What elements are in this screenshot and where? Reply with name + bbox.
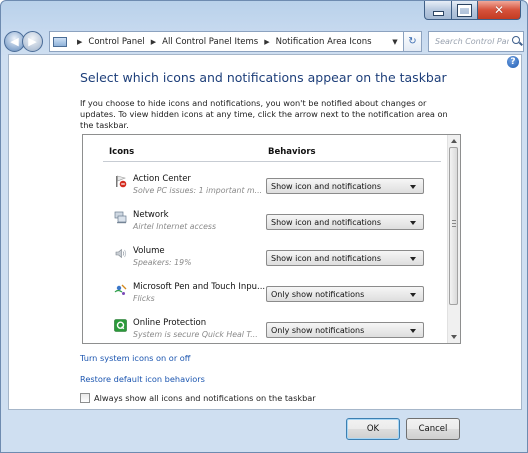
list-item: Microsoft Pen and Touch Inpu... Flicks O… bbox=[83, 281, 448, 317]
close-icon: ✕ bbox=[493, 3, 505, 17]
behavior-value: Show icon and notifications bbox=[271, 253, 382, 263]
item-name: Volume bbox=[133, 246, 165, 256]
address-bar[interactable]: ▶ Control Panel ▶ All Control Panel Item… bbox=[49, 31, 404, 52]
action-center-flag-icon bbox=[116, 175, 127, 188]
item-name: Online Protection bbox=[133, 318, 207, 328]
chevron-down-icon bbox=[410, 257, 416, 261]
close-button[interactable]: ✕ bbox=[478, 1, 521, 20]
back-arrow-icon: ◀ bbox=[10, 35, 19, 48]
behavior-value: Show icon and notifications bbox=[271, 217, 382, 227]
item-name: Microsoft Pen and Touch Inpu... bbox=[133, 282, 266, 292]
forward-button[interactable]: ▶ bbox=[22, 31, 43, 52]
refresh-icon: ↻ bbox=[408, 36, 417, 47]
always-show-checkbox[interactable] bbox=[80, 393, 90, 403]
scroll-up-icon[interactable] bbox=[451, 139, 457, 143]
column-header-icons: Icons bbox=[109, 147, 135, 157]
header-divider bbox=[103, 161, 441, 162]
behavior-dropdown[interactable]: Show icon and notifications bbox=[266, 250, 424, 266]
always-show-label[interactable]: Always show all icons and notifications … bbox=[94, 393, 316, 403]
breadcrumb-arrow-icon[interactable]: ▶ bbox=[77, 38, 82, 46]
chevron-down-icon bbox=[410, 329, 416, 333]
turn-system-icons-link[interactable]: Turn system icons on or off bbox=[80, 353, 190, 363]
breadcrumb-arrow-icon[interactable]: ▶ bbox=[151, 38, 156, 46]
item-status: Flicks bbox=[133, 294, 155, 303]
list-item: Network Airtel Internet access Show icon… bbox=[83, 209, 448, 245]
behavior-dropdown[interactable]: Only show notifications bbox=[266, 322, 424, 338]
page-title: Select which icons and notifications app… bbox=[80, 70, 447, 85]
behavior-dropdown[interactable]: Only show notifications bbox=[266, 286, 424, 302]
search-box[interactable] bbox=[428, 31, 524, 52]
item-status: Speakers: 19% bbox=[133, 258, 192, 267]
control-panel-icon bbox=[53, 36, 67, 47]
breadcrumb-notification-area-icons[interactable]: Notification Area Icons bbox=[276, 37, 372, 47]
pen-touch-icon bbox=[114, 284, 127, 295]
chevron-down-icon bbox=[410, 293, 416, 297]
list-item: Volume Speakers: 19% Show icon and notif… bbox=[83, 245, 448, 281]
content-pane: ? Select which icons and notifications a… bbox=[8, 54, 522, 410]
cancel-button[interactable]: Cancel bbox=[406, 418, 460, 440]
scroll-down-icon[interactable] bbox=[451, 335, 457, 339]
breadcrumb-control-panel[interactable]: Control Panel bbox=[88, 37, 144, 47]
behavior-dropdown[interactable]: Show icon and notifications bbox=[266, 178, 424, 194]
refresh-button[interactable]: ↻ bbox=[404, 31, 422, 52]
window: ✕ ◀ ▶ ▶ Control Panel ▶ All Control Pane… bbox=[0, 0, 528, 453]
behavior-value: Only show notifications bbox=[271, 289, 365, 299]
item-status: Airtel Internet access bbox=[133, 222, 217, 231]
caption-buttons: ✕ bbox=[424, 1, 521, 20]
forward-arrow-icon: ▶ bbox=[28, 35, 37, 48]
list-item: Action Center Solve PC issues: 1 importa… bbox=[83, 173, 448, 209]
minimize-button[interactable] bbox=[424, 1, 452, 20]
breadcrumb-arrow-icon[interactable]: ▶ bbox=[264, 38, 269, 46]
behavior-dropdown[interactable]: Show icon and notifications bbox=[266, 214, 424, 230]
always-show-option[interactable]: Always show all icons and notifications … bbox=[80, 393, 316, 403]
page-description: If you choose to hide icons and notifica… bbox=[80, 98, 448, 130]
grip-icon bbox=[452, 220, 456, 227]
address-dropdown-icon[interactable]: ▼ bbox=[387, 38, 403, 46]
search-input[interactable] bbox=[435, 37, 509, 46]
maximize-button[interactable] bbox=[452, 1, 478, 20]
breadcrumb-all-items[interactable]: All Control Panel Items bbox=[162, 37, 258, 47]
chevron-down-icon bbox=[410, 185, 416, 189]
speaker-icon bbox=[115, 248, 127, 259]
ok-button[interactable]: OK bbox=[346, 418, 400, 440]
quick-heal-icon bbox=[114, 319, 127, 332]
minimize-icon bbox=[432, 10, 444, 16]
search-icon[interactable] bbox=[512, 36, 523, 47]
help-icon[interactable]: ? bbox=[507, 56, 519, 68]
icons-list: Icons Behaviors Action Center Solve PC i… bbox=[82, 134, 461, 344]
network-icon bbox=[114, 211, 127, 224]
item-status: Solve PC issues: 1 important m... bbox=[133, 186, 263, 195]
vertical-scrollbar[interactable] bbox=[447, 135, 460, 343]
item-name: Network bbox=[133, 210, 169, 220]
behavior-value: Only show notifications bbox=[271, 325, 365, 335]
item-name: Action Center bbox=[133, 174, 191, 184]
maximize-icon bbox=[457, 3, 472, 17]
column-header-behaviors: Behaviors bbox=[268, 147, 316, 157]
restore-defaults-link[interactable]: Restore default icon behaviors bbox=[80, 374, 205, 384]
item-status: System is secure Quick Heal T... bbox=[133, 330, 258, 339]
behavior-value: Show icon and notifications bbox=[271, 181, 382, 191]
chevron-down-icon bbox=[410, 221, 416, 225]
scrollbar-thumb[interactable] bbox=[449, 147, 458, 305]
navigation-bar: ◀ ▶ ▶ Control Panel ▶ All Control Panel … bbox=[1, 30, 527, 54]
list-item: Online Protection System is secure Quick… bbox=[83, 317, 448, 343]
